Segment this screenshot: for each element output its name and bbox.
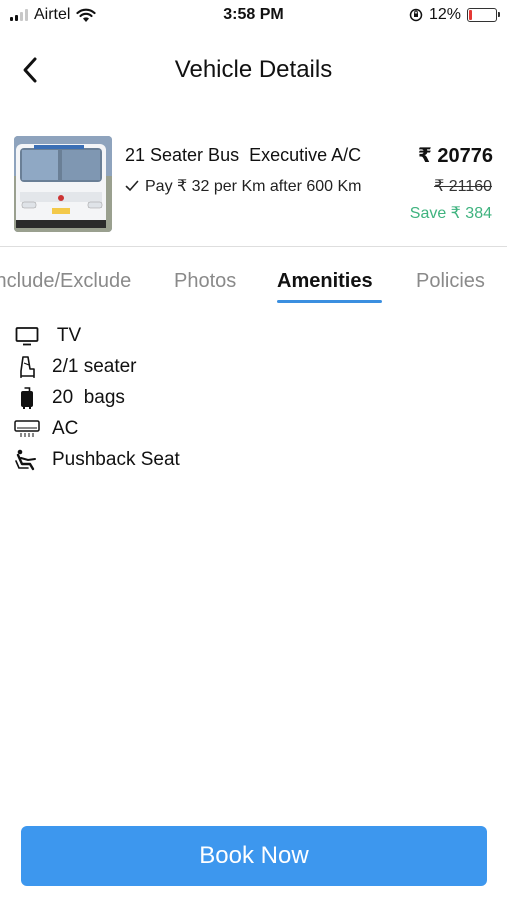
amenity-label: AC <box>52 417 79 439</box>
amenity-label: 20 bags <box>52 386 125 408</box>
original-price: ₹ 21160 <box>434 178 492 195</box>
amenity-pushback-seat: Pushback Seat <box>14 444 484 475</box>
amenity-tv: TV <box>14 320 484 351</box>
amenity-label: 2/1 seater <box>52 355 137 377</box>
amenity-label: TV <box>52 324 82 346</box>
tv-icon <box>14 324 40 348</box>
page-title: Vehicle Details <box>174 56 333 83</box>
pushback-seat-icon <box>14 448 40 472</box>
amenity-label: Pushback Seat <box>52 448 180 470</box>
status-bar: Airtel 3:58 PM 12% <box>0 0 507 32</box>
pay-per-km-info: Pay ₹ 32 per Km after 600 Km <box>125 176 362 196</box>
amenity-ac: AC <box>14 413 484 444</box>
orientation-lock-icon <box>409 8 423 22</box>
book-now-button[interactable]: Book Now <box>21 826 487 886</box>
vehicle-card: 21 Seater Bus Executive A/C ₹ 20776 Pay … <box>0 130 507 246</box>
active-tab-indicator <box>277 300 382 303</box>
ac-icon <box>14 417 40 441</box>
section-divider <box>0 246 507 247</box>
header: Vehicle Details <box>0 40 507 100</box>
amenity-seater: 2/1 seater <box>14 351 484 382</box>
tab-amenities[interactable]: Amenities <box>277 270 373 293</box>
battery-level <box>469 10 473 20</box>
pay-per-km-text: Pay ₹ 32 per Km after 600 Km <box>145 178 362 195</box>
vehicle-price: ₹ 20776 <box>417 145 493 167</box>
amenities-list: TV 2/1 seater 20 bags AC Pushback Seat <box>14 320 484 475</box>
luggage-icon <box>14 386 40 410</box>
tab-policies[interactable]: Policies <box>416 270 485 293</box>
seat-icon <box>14 355 40 379</box>
tab-photos[interactable]: Photos <box>174 270 236 293</box>
detail-tabs: Include/Exclude Photos Amenities Policie… <box>0 262 507 306</box>
battery-percent: 12% <box>428 6 461 23</box>
checkmark-icon <box>125 180 139 192</box>
status-right: 12% <box>409 6 500 24</box>
amenity-bags: 20 bags <box>14 382 484 413</box>
bus-photo <box>14 136 112 232</box>
tab-include-exclude[interactable]: Include/Exclude <box>0 270 131 293</box>
battery-icon <box>467 8 500 22</box>
vehicle-name: 21 Seater Bus Executive A/C <box>125 145 362 165</box>
savings-text: Save ₹ 384 <box>409 205 492 222</box>
